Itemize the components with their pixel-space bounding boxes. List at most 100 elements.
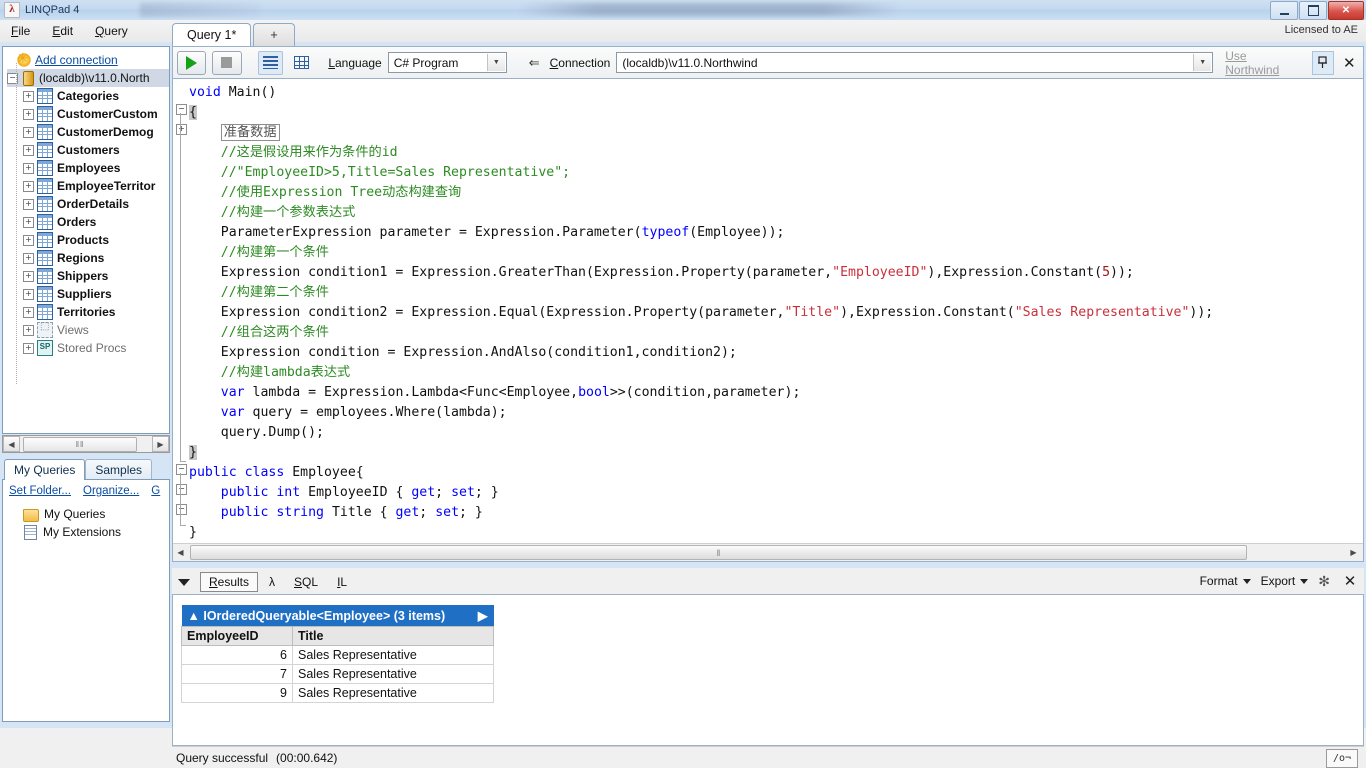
results-grid-caption[interactable]: ▲ IOrderedQueryable<Employee> (3 items) …: [181, 605, 494, 627]
expand-glyph[interactable]: ▶: [478, 608, 488, 623]
expand-icon[interactable]: +: [23, 126, 34, 138]
expand-icon[interactable]: +: [23, 90, 34, 102]
tree-item-table[interactable]: + Customers: [7, 141, 169, 159]
scroll-left-arrow[interactable]: ◀: [3, 436, 20, 452]
tree-item-table[interactable]: + Orders: [7, 213, 169, 231]
results-grid-caption-row[interactable]: ▲ IOrderedQueryable<Employee> (3 items) …: [181, 605, 494, 627]
fold-toggle[interactable]: −: [176, 504, 187, 515]
tree-item-table[interactable]: + Employees: [7, 159, 169, 177]
fold-toggle[interactable]: −: [176, 484, 187, 495]
code-text[interactable]: void Main() { 准备数据 //这是假设用来作为条件的id //"Emp…: [189, 83, 1363, 543]
maximize-button[interactable]: [1299, 1, 1327, 20]
scroll-thumb[interactable]: ‖: [190, 545, 1247, 560]
tab-sql[interactable]: SQL: [286, 573, 326, 591]
scroll-right-arrow[interactable]: ▶: [152, 436, 169, 452]
collapse-glyph[interactable]: ▲: [188, 609, 200, 623]
tree-item-table[interactable]: + Regions: [7, 249, 169, 267]
chevron-down-icon[interactable]: ▼: [486, 54, 505, 71]
tab-query-1[interactable]: Query 1*: [172, 23, 252, 46]
run-button[interactable]: [177, 50, 207, 75]
expand-icon[interactable]: +: [23, 180, 34, 192]
code-editor[interactable]: − + − − − void Main() { 准备数据 //这是假设用来作为条件…: [172, 78, 1364, 562]
tab-results[interactable]: Results: [200, 572, 259, 592]
expand-icon[interactable]: +: [23, 144, 34, 156]
close-button[interactable]: ✕: [1328, 1, 1364, 20]
expand-icon[interactable]: +: [23, 162, 34, 174]
close-query-button[interactable]: ✕: [1340, 52, 1360, 74]
expand-icon[interactable]: +: [23, 324, 34, 336]
scroll-left-arrow[interactable]: ◀: [173, 545, 188, 560]
connection-row[interactable]: − (localdb)\v11.0.North: [7, 69, 169, 87]
tree-item-table[interactable]: + EmployeeTerritor: [7, 177, 169, 195]
my-extensions-row[interactable]: My Extensions: [13, 523, 169, 541]
pin-button[interactable]: [1312, 50, 1334, 75]
tree-item-table[interactable]: + CustomerDemog: [7, 123, 169, 141]
editor-gutter[interactable]: − + − − −: [173, 79, 189, 561]
code-token: "Sales Representative": [1014, 305, 1190, 320]
tab-my-queries[interactable]: My Queries: [4, 459, 86, 480]
new-tab-button[interactable]: +: [253, 23, 295, 46]
tree-item-table[interactable]: + Territories: [7, 303, 169, 321]
table-row[interactable]: 7 Sales Representative: [181, 664, 494, 684]
code-token: ParameterExpression parameter = Expressi…: [220, 225, 642, 240]
status-corner-icon[interactable]: /o¬: [1326, 749, 1358, 768]
snowflake-icon[interactable]: ✻: [1318, 573, 1330, 590]
stop-button[interactable]: [212, 50, 242, 75]
tree-item-table[interactable]: + OrderDetails: [7, 195, 169, 213]
set-folder-link[interactable]: Set Folder...: [9, 485, 71, 497]
column-header-title[interactable]: Title: [292, 626, 494, 646]
tree-item-stored-procs[interactable]: + SP Stored Procs: [7, 339, 169, 357]
my-queries-links: Set Folder... Organize... G: [3, 480, 169, 499]
table-row[interactable]: 6 Sales Representative: [181, 645, 494, 665]
rows-view-button[interactable]: [257, 50, 283, 75]
editor-horizontal-scrollbar[interactable]: ◀ ‖ ▶: [173, 543, 1363, 561]
close-results-button[interactable]: ✕: [1340, 570, 1360, 592]
expand-icon[interactable]: +: [23, 306, 34, 318]
expand-icon[interactable]: +: [23, 198, 34, 210]
tab-il[interactable]: IL: [329, 573, 355, 591]
my-queries-folder-row[interactable]: My Queries: [13, 505, 169, 523]
scroll-thumb[interactable]: ‖‖: [23, 436, 137, 452]
tree-item-table[interactable]: + CustomerCustom: [7, 105, 169, 123]
menu-query[interactable]: Query: [84, 21, 139, 41]
expand-icon[interactable]: +: [23, 108, 34, 120]
table-row[interactable]: 9 Sales Representative: [181, 683, 494, 703]
minimize-button[interactable]: [1270, 1, 1298, 20]
tree-item-table[interactable]: + Categories: [7, 87, 169, 105]
format-menu[interactable]: Format: [1200, 574, 1251, 588]
fold-toggle[interactable]: +: [176, 124, 187, 135]
organize-link[interactable]: Organize...: [83, 485, 139, 497]
menu-edit[interactable]: Edit: [41, 21, 84, 41]
fold-toggle[interactable]: −: [176, 464, 187, 475]
tree-item-table[interactable]: + Shippers: [7, 267, 169, 285]
table-label: EmployeeTerritor: [57, 179, 156, 193]
chevron-down-icon[interactable]: ▼: [1193, 54, 1212, 71]
expand-icon[interactable]: +: [23, 252, 34, 264]
tab-samples[interactable]: Samples: [85, 459, 153, 480]
menu-file[interactable]: File: [0, 21, 41, 41]
caret-down-icon[interactable]: [178, 578, 190, 586]
expand-icon[interactable]: +: [23, 234, 34, 246]
use-connection-link[interactable]: Use Northwind: [1225, 49, 1302, 77]
column-header-employeeid[interactable]: EmployeeID: [181, 626, 293, 646]
expand-icon[interactable]: +: [23, 288, 34, 300]
language-select[interactable]: C# Program ▼: [387, 52, 507, 73]
expand-icon[interactable]: +: [23, 216, 34, 228]
scroll-right-arrow[interactable]: ▶: [1346, 545, 1361, 560]
left-arrow-icon[interactable]: ⇐: [529, 55, 540, 71]
add-connection-row[interactable]: Add connection: [7, 50, 169, 69]
fold-toggle[interactable]: −: [176, 104, 187, 115]
expand-icon[interactable]: +: [23, 270, 34, 282]
tree-horizontal-scrollbar[interactable]: ◀ ‖‖ ▶: [2, 435, 170, 453]
expand-icon[interactable]: +: [23, 342, 34, 354]
tab-lambda[interactable]: λ: [261, 573, 283, 591]
grid-view-button[interactable]: [289, 51, 314, 75]
tree-item-views[interactable]: + Views: [7, 321, 169, 339]
export-menu[interactable]: Export: [1261, 574, 1309, 588]
connection-select[interactable]: (localdb)\v11.0.Northwind ▼: [616, 52, 1214, 73]
tree-item-table[interactable]: + Products: [7, 231, 169, 249]
tree-item-table[interactable]: + Suppliers: [7, 285, 169, 303]
more-link[interactable]: G: [151, 485, 160, 497]
code-line: void Main(): [189, 83, 1363, 103]
add-connection-link[interactable]: Add connection: [35, 53, 118, 67]
